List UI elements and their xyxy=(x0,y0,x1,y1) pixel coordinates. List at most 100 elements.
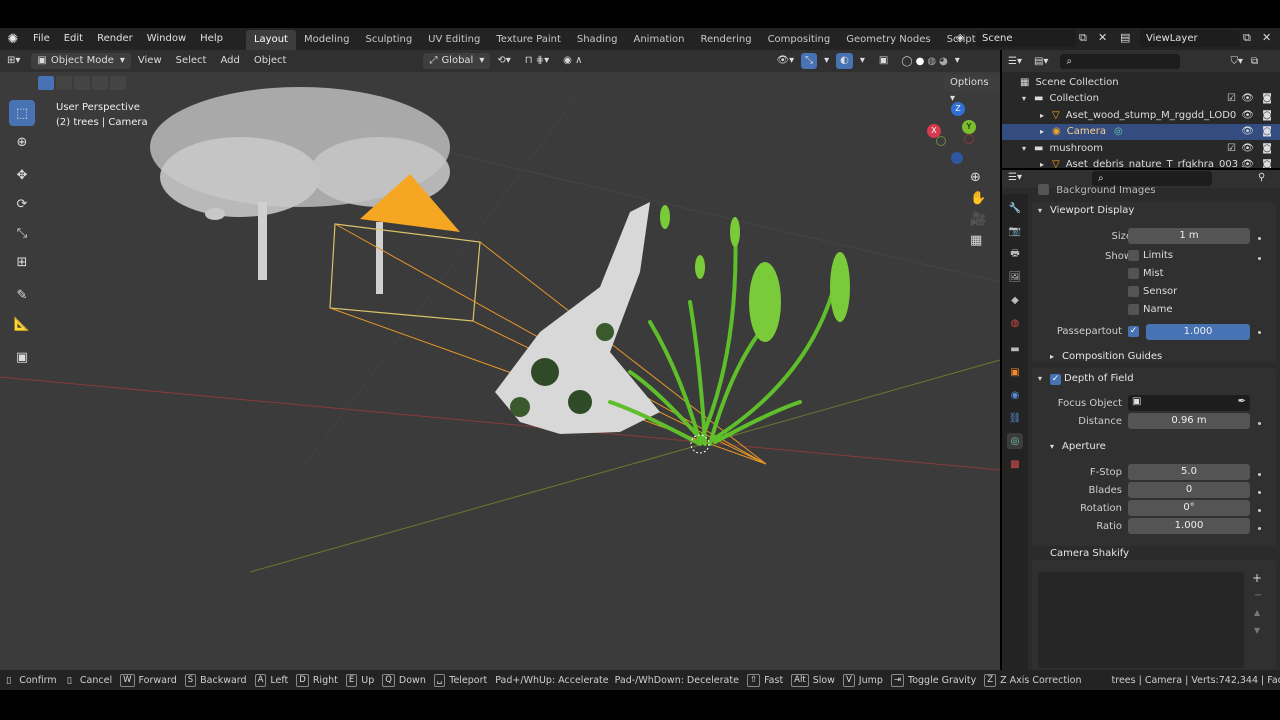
rotation-field[interactable]: 0° xyxy=(1128,500,1250,516)
camera-data-tab-icon[interactable]: ◎ xyxy=(1007,433,1023,449)
new-collection-icon[interactable]: ⧉ xyxy=(1251,56,1258,67)
select-intersect-icon[interactable] xyxy=(110,76,126,90)
scale-tool-icon[interactable]: ⤡ xyxy=(9,220,35,246)
proportional-edit-icon[interactable]: ◉ ∧ xyxy=(556,50,589,72)
editor-type-icon[interactable]: ⊞▾ xyxy=(0,50,27,72)
chevron-down-icon[interactable]: ▾ xyxy=(853,50,872,72)
view-layer-selector[interactable]: ViewLayer xyxy=(1140,30,1240,47)
render-camera-icon[interactable]: ◙ xyxy=(1262,159,1272,168)
gizmo-neg-y-icon[interactable] xyxy=(936,136,946,146)
ratio-field[interactable]: 1.000 xyxy=(1128,518,1250,534)
wireframe-shading-icon[interactable]: ◯ xyxy=(901,56,912,67)
tab-animation[interactable]: Animation xyxy=(626,30,693,50)
menu-render[interactable]: Render xyxy=(90,28,140,50)
outliner-row[interactable]: ▸ ▽ Aset_wood_stump_M_rggdd_LOD0 👁 ◙ xyxy=(1002,107,1280,124)
gizmo-neg-z-icon[interactable] xyxy=(951,152,963,164)
tab-sculpting[interactable]: Sculpting xyxy=(357,30,420,50)
menu-view[interactable]: View xyxy=(131,50,169,72)
menu-window[interactable]: Window xyxy=(140,28,193,50)
camera-view-icon[interactable]: 🎥 xyxy=(970,212,986,227)
move-tool-icon[interactable]: ✥ xyxy=(9,162,35,188)
focus-object-field[interactable]: ▣ ✒ xyxy=(1128,395,1250,411)
animate-dot-icon[interactable] xyxy=(1258,509,1261,512)
eye-icon[interactable]: 👁 xyxy=(1241,93,1254,104)
animate-dot-icon[interactable] xyxy=(1258,331,1261,334)
scene-selector[interactable]: Scene xyxy=(976,30,1076,47)
tab-texture-paint[interactable]: Texture Paint xyxy=(488,30,569,50)
chevron-down-icon[interactable]: ▾ xyxy=(1022,94,1026,103)
limits-checkbox[interactable] xyxy=(1128,250,1139,261)
collection-tab-icon[interactable]: ▬ xyxy=(1007,341,1023,357)
tab-uv-editing[interactable]: UV Editing xyxy=(420,30,488,50)
animate-dot-icon[interactable] xyxy=(1258,257,1261,260)
chevron-right-icon[interactable]: ▸ xyxy=(1050,352,1054,361)
sensor-checkbox[interactable] xyxy=(1128,286,1139,297)
mist-option[interactable]: Mist xyxy=(1128,268,1164,279)
camera-shakify-title[interactable]: Camera Shakify xyxy=(1050,548,1129,559)
mist-checkbox[interactable] xyxy=(1128,268,1139,279)
blender-logo-icon[interactable]: ✺ xyxy=(0,32,26,47)
passepartout-checkbox[interactable]: ✓ xyxy=(1128,326,1139,337)
menu-add[interactable]: Add xyxy=(213,50,246,72)
gizmo-y-icon[interactable]: Y xyxy=(962,120,976,134)
limits-option[interactable]: Limits xyxy=(1128,250,1173,261)
background-images-checkbox[interactable] xyxy=(1038,184,1049,195)
eye-icon[interactable]: 👁 xyxy=(1241,126,1254,137)
perspective-grid-icon[interactable]: ▦ xyxy=(970,233,986,248)
mode-selector[interactable]: ▣ Object Mode ▾ xyxy=(31,53,131,69)
background-images-panel[interactable]: Background Images xyxy=(1038,184,1156,196)
tab-modeling[interactable]: Modeling xyxy=(296,30,358,50)
blades-field[interactable]: 0 xyxy=(1128,482,1250,498)
material-shading-icon[interactable]: ◍ xyxy=(927,56,936,67)
animate-dot-icon[interactable] xyxy=(1258,473,1261,476)
select-tool-icon[interactable]: ⬚ xyxy=(9,100,35,126)
add-cube-tool-icon[interactable]: ▣ xyxy=(9,344,35,370)
pin-icon[interactable]: ⚲ xyxy=(1258,172,1265,183)
world-tab-icon[interactable]: ◍ xyxy=(1007,315,1023,331)
animate-dot-icon[interactable] xyxy=(1258,527,1261,530)
gizmo-neg-x-icon[interactable] xyxy=(964,134,974,144)
3d-viewport[interactable]: User Perspective (2) trees | Camera ⬚ ⊕ … xyxy=(0,72,1000,670)
tab-shading[interactable]: Shading xyxy=(569,30,626,50)
outliner-row[interactable]: ▸ ▽ Aset_debris_nature_T_rfqkhra_003 . 👁… xyxy=(1002,157,1280,168)
xray-icon[interactable]: ▣ xyxy=(872,50,895,72)
menu-help[interactable]: Help xyxy=(193,28,230,50)
chevron-down-icon[interactable]: ▾ xyxy=(1050,442,1054,451)
tab-geometry-nodes[interactable]: Geometry Nodes xyxy=(838,30,938,50)
chevron-down-icon[interactable]: ▾ xyxy=(817,50,836,72)
outliner-row-camera[interactable]: ▸ ◉ Camera ◎ 👁 ◙ xyxy=(1002,123,1280,140)
chevron-right-icon[interactable]: ▸ xyxy=(1040,111,1044,120)
render-camera-icon[interactable]: ◙ xyxy=(1262,143,1272,154)
view-layer-tab-icon[interactable]: 🖼 xyxy=(1007,269,1023,285)
remove-icon[interactable]: − xyxy=(1254,590,1262,601)
tab-layout[interactable]: Layout xyxy=(245,30,296,50)
output-tab-icon[interactable]: 🖶 xyxy=(1007,246,1023,262)
render-camera-icon[interactable]: ◙ xyxy=(1262,126,1272,137)
passepartout-field[interactable]: 1.000 xyxy=(1146,324,1250,340)
gizmo-z-icon[interactable]: Z xyxy=(951,102,965,116)
aperture-title[interactable]: Aperture xyxy=(1062,441,1106,452)
new-scene-icon[interactable]: ⧉ xyxy=(1079,31,1087,45)
tab-compositing[interactable]: Compositing xyxy=(760,30,839,50)
eye-icon[interactable]: 👁 xyxy=(1241,159,1254,168)
scene-collection-row[interactable]: ▦ Scene Collection xyxy=(1002,74,1280,91)
cursor-tool-icon[interactable]: ⊕ xyxy=(9,129,35,155)
checkbox-icon[interactable]: ☑ xyxy=(1227,93,1236,104)
size-field[interactable]: 1 m xyxy=(1128,228,1250,244)
fstop-field[interactable]: 5.0 xyxy=(1128,464,1250,480)
pan-hand-icon[interactable]: ✋ xyxy=(970,191,986,206)
transform-tool-icon[interactable]: ⊞ xyxy=(9,249,35,275)
render-camera-icon[interactable]: ◙ xyxy=(1262,110,1272,121)
move-up-icon[interactable]: ▲ xyxy=(1254,608,1260,617)
camera-data-icon[interactable]: ◎ xyxy=(1114,126,1123,137)
annotate-tool-icon[interactable]: ✎ xyxy=(9,282,35,308)
object-tab-icon[interactable]: ▣ xyxy=(1007,364,1023,380)
measure-tool-icon[interactable]: 📐 xyxy=(9,311,35,337)
viewport-display-title[interactable]: Viewport Display xyxy=(1050,205,1134,216)
composition-guides-title[interactable]: Composition Guides xyxy=(1062,351,1162,362)
name-option[interactable]: Name xyxy=(1128,304,1173,315)
rotate-tool-icon[interactable]: ⟳ xyxy=(9,191,35,217)
constraint-tab-icon[interactable]: ⛓ xyxy=(1007,410,1023,426)
render-camera-icon[interactable]: ◙ xyxy=(1262,93,1272,104)
menu-file[interactable]: File xyxy=(26,28,57,50)
